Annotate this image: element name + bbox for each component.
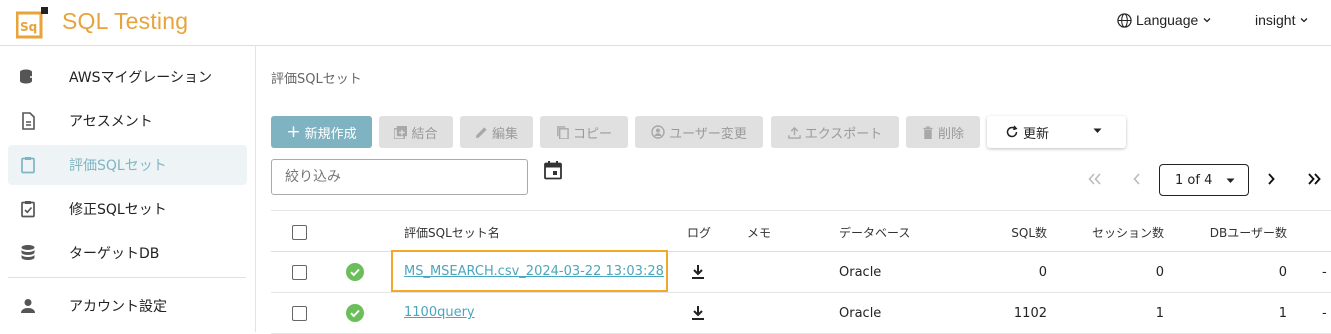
caret-down-icon[interactable] bbox=[1093, 128, 1102, 134]
upload-icon bbox=[787, 126, 801, 139]
delete-button[interactable]: 削除 bbox=[906, 116, 980, 148]
highlight-box bbox=[391, 250, 668, 292]
trailing-cell: - bbox=[1322, 265, 1327, 280]
language-label: Language bbox=[1136, 12, 1199, 28]
download-icon[interactable] bbox=[691, 305, 705, 321]
app-header: Sq SQL Testing Language insight bbox=[0, 0, 1331, 46]
breadcrumb: 評価SQLセット bbox=[271, 72, 362, 87]
filter-input[interactable] bbox=[271, 159, 528, 195]
language-menu[interactable]: Language bbox=[1117, 12, 1212, 28]
document-icon bbox=[22, 112, 35, 130]
sidebar-item-label: アカウント設定 bbox=[69, 299, 167, 315]
table-row[interactable]: 1100query Oracle 1102 1 1 - bbox=[271, 293, 1331, 334]
prev-page-icon[interactable] bbox=[1128, 170, 1146, 188]
sidebar-item-label: 修正SQLセット bbox=[69, 202, 167, 218]
page-select[interactable]: 1 of 4 bbox=[1159, 164, 1249, 196]
row-checkbox[interactable] bbox=[292, 265, 307, 280]
clipboard-check-icon bbox=[21, 201, 35, 218]
table-header: 評価SQLセット名 ログ メモ データベース SQL数 セッション数 DBユーザ… bbox=[271, 210, 1331, 252]
first-page-icon[interactable] bbox=[1086, 170, 1104, 188]
database-icon bbox=[21, 245, 35, 260]
session-count-cell: 0 bbox=[1155, 265, 1164, 280]
merge-icon bbox=[394, 125, 408, 139]
download-icon[interactable] bbox=[691, 264, 705, 280]
sidebar-item-fix-sql-set[interactable]: 修正SQLセット bbox=[8, 189, 247, 229]
sidebar: AWSマイグレーション アセスメント 評価SQLセット 修正SQLセット ターゲ… bbox=[0, 46, 256, 332]
trash-icon bbox=[923, 125, 933, 139]
row-checkbox[interactable] bbox=[292, 306, 307, 321]
column-header-database[interactable]: データベース bbox=[839, 224, 910, 241]
chevron-down-icon bbox=[1203, 18, 1211, 23]
refresh-icon bbox=[1006, 125, 1018, 138]
column-header-memo[interactable]: メモ bbox=[747, 224, 771, 241]
user-label: insight bbox=[1255, 12, 1296, 28]
merge-button[interactable]: 結合 bbox=[379, 116, 453, 148]
change-user-button[interactable]: ユーザー変更 bbox=[635, 116, 763, 148]
person-icon bbox=[21, 299, 35, 313]
chevron-down-icon bbox=[1301, 18, 1308, 23]
column-header-sql-count[interactable]: SQL数 bbox=[1011, 224, 1047, 241]
sidebar-item-assessment[interactable]: アセスメント bbox=[8, 101, 247, 141]
success-status-icon bbox=[346, 304, 364, 322]
app-logo: Sq bbox=[15, 7, 48, 39]
trailing-cell: - bbox=[1322, 306, 1327, 321]
globe-icon bbox=[1117, 12, 1132, 28]
refresh-button[interactable]: 更新 bbox=[987, 116, 1126, 148]
copy-button[interactable]: コピー bbox=[540, 116, 628, 148]
database-cell: Oracle bbox=[839, 306, 882, 321]
sidebar-item-account-settings[interactable]: アカウント設定 bbox=[8, 286, 247, 326]
sidebar-item-label: アセスメント bbox=[69, 114, 153, 130]
column-header-db-user-count[interactable]: DBユーザー数 bbox=[1210, 224, 1287, 241]
app-title: SQL Testing bbox=[62, 8, 189, 34]
last-page-icon[interactable] bbox=[1305, 170, 1323, 188]
copy-icon bbox=[557, 125, 569, 139]
sidebar-item-eval-sql-set[interactable]: 評価SQLセット bbox=[8, 145, 247, 185]
db-user-count-cell: 0 bbox=[1278, 265, 1287, 280]
calendar-icon[interactable] bbox=[543, 160, 563, 180]
user-switch-icon bbox=[651, 125, 665, 139]
caret-down-icon bbox=[1226, 178, 1235, 183]
sidebar-item-target-db[interactable]: ターゲットDB bbox=[8, 233, 247, 273]
database-migrate-icon bbox=[20, 69, 38, 84]
sql-count-cell: 0 bbox=[1038, 265, 1047, 280]
db-user-count-cell: 1 bbox=[1278, 306, 1287, 321]
column-header-session-count[interactable]: セッション数 bbox=[1092, 224, 1164, 241]
pencil-icon bbox=[475, 126, 487, 138]
database-cell: Oracle bbox=[839, 265, 882, 280]
sidebar-divider bbox=[8, 277, 246, 278]
sql-set-name-link[interactable]: 1100query bbox=[404, 305, 475, 320]
edit-button[interactable]: 編集 bbox=[460, 116, 533, 148]
success-status-icon bbox=[346, 263, 364, 281]
next-page-icon[interactable] bbox=[1262, 170, 1280, 188]
user-menu[interactable]: insight bbox=[1255, 12, 1309, 28]
new-button[interactable]: + 新規作成 bbox=[271, 116, 372, 148]
sql-count-cell: 1102 bbox=[1013, 306, 1047, 321]
plus-icon: + bbox=[286, 121, 301, 142]
svg-text:Sq: Sq bbox=[20, 20, 37, 34]
sidebar-item-aws-migration[interactable]: AWSマイグレーション bbox=[8, 57, 247, 97]
clipboard-icon bbox=[21, 157, 35, 174]
column-header-log[interactable]: ログ bbox=[687, 224, 711, 241]
column-header-name[interactable]: 評価SQLセット名 bbox=[404, 224, 500, 241]
session-count-cell: 1 bbox=[1155, 306, 1164, 321]
select-all-checkbox[interactable] bbox=[292, 225, 307, 240]
sidebar-item-label: ターゲットDB bbox=[69, 246, 160, 262]
sidebar-item-label: 評価SQLセット bbox=[69, 158, 167, 174]
sidebar-item-label: AWSマイグレーション bbox=[69, 70, 212, 86]
export-button[interactable]: エクスポート bbox=[771, 116, 899, 148]
